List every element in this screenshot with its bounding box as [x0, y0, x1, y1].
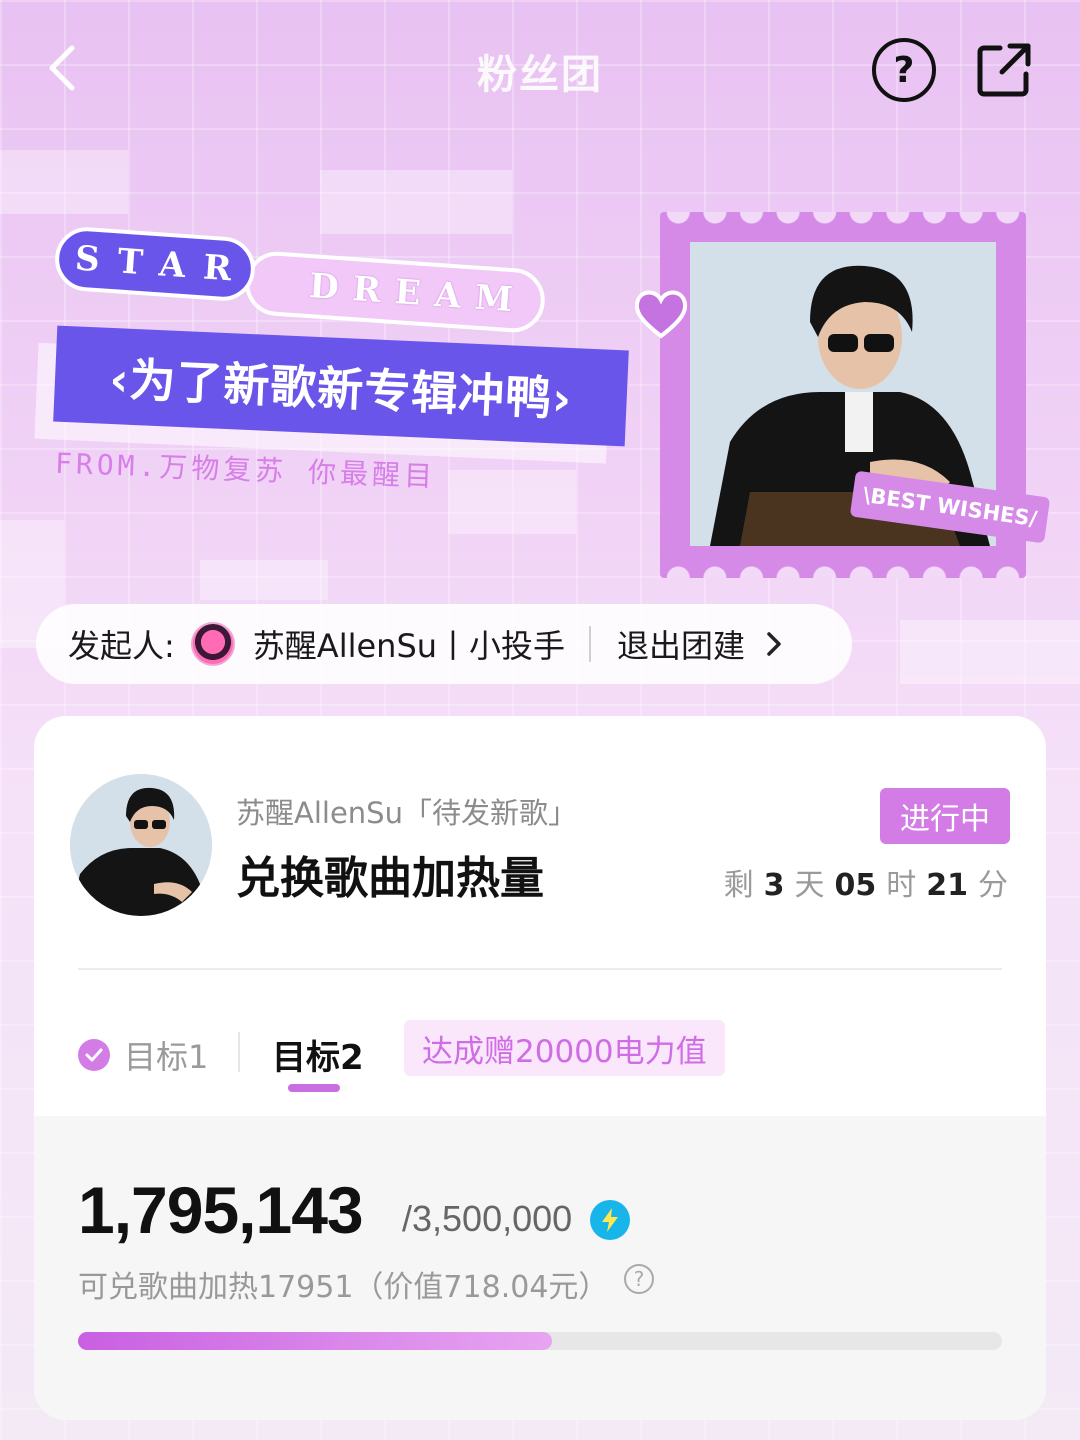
redeem-info: 可兑歌曲加热17951（价值718.04元）	[78, 1270, 609, 1305]
divider	[78, 968, 1002, 970]
progress-panel: 1,795,143 /3,500,000 可兑歌曲加热17951（价值718.0…	[34, 1116, 1046, 1420]
progress-bar	[78, 1332, 1002, 1350]
separator	[589, 626, 592, 662]
active-tab-indicator	[288, 1084, 340, 1092]
exit-group-button[interactable]: 退出团建	[617, 621, 745, 667]
goal-1-label: 目标1	[124, 1038, 209, 1076]
countdown-days: 3	[763, 868, 785, 903]
artist-avatar[interactable]	[70, 774, 212, 916]
top-bar: 粉丝团 ?	[0, 0, 1080, 140]
campaign-title: 兑换歌曲加热量	[236, 853, 544, 904]
tab-separator	[238, 1032, 240, 1072]
initiator-name[interactable]: 苏醒AllenSu丨小投手	[253, 621, 565, 667]
tab-goal-1[interactable]: 目标1	[78, 1032, 208, 1078]
campaign-subtitle: 苏醒AllenSu「待发新歌」	[236, 796, 577, 830]
status-badge: 进行中	[880, 788, 1010, 844]
tab-goal-2[interactable]: 目标2	[272, 1030, 364, 1079]
countdown-prefix: 剩	[723, 868, 754, 903]
goal-tabs: 目标1 目标2 达成赠20000电力值	[78, 1020, 998, 1092]
lightning-icon	[590, 1200, 630, 1240]
chevron-right-icon[interactable]	[763, 630, 785, 658]
progress-bar-fill	[78, 1332, 552, 1350]
countdown: 剩 3 天 05 时 21 分	[724, 860, 1008, 904]
avatar-figure	[70, 774, 212, 916]
chevron-left-icon	[49, 45, 75, 91]
question-circle-icon: ?	[893, 49, 915, 91]
campaign-card: 苏醒AllenSu「待发新歌」 兑换歌曲加热量 进行中 剩 3 天 05 时 21 分 目标…	[34, 716, 1046, 1420]
reward-badge: 达成赠20000电力值	[404, 1020, 725, 1076]
countdown-days-unit: 天	[794, 868, 825, 903]
current-value: 1,795,143	[78, 1173, 364, 1247]
initiator-label: 发起人:	[68, 627, 175, 665]
page-title: 粉丝团	[477, 52, 603, 98]
initiator-bar[interactable]: 发起人: 苏醒AllenSu丨小投手 退出团建	[36, 604, 852, 684]
countdown-hours-unit: 时	[886, 868, 917, 903]
target-value: /3,500,000	[402, 1198, 573, 1239]
share-button[interactable]	[974, 40, 1034, 100]
question-circle-icon[interactable]: ?	[624, 1264, 654, 1294]
countdown-hours: 05	[834, 868, 877, 903]
help-button[interactable]: ?	[872, 38, 936, 102]
initiator-avatar[interactable]	[190, 622, 235, 666]
heart-icon	[634, 290, 688, 339]
share-external-icon	[977, 43, 1031, 97]
countdown-minutes: 21	[926, 868, 968, 903]
check-circle-icon	[78, 1039, 110, 1071]
countdown-minutes-unit: 分	[978, 868, 1008, 903]
back-button[interactable]	[40, 40, 90, 96]
